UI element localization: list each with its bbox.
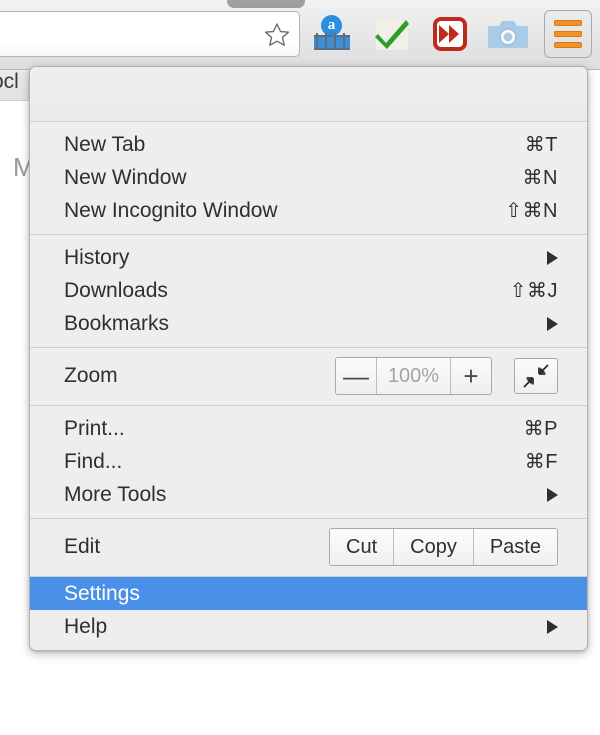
chevron-right-icon bbox=[547, 488, 558, 502]
zoom-label: Zoom bbox=[64, 364, 118, 388]
menu-item-shortcut: ⇧⌘J bbox=[510, 278, 558, 303]
amazon-assistant-icon[interactable]: a bbox=[310, 12, 354, 56]
edit-button-group: Cut Copy Paste bbox=[329, 528, 558, 566]
menu-item-label: More Tools bbox=[64, 478, 166, 511]
menu-item-label: Downloads bbox=[64, 274, 168, 307]
chevron-right-icon bbox=[547, 317, 558, 331]
menu-item-label: Find... bbox=[64, 445, 122, 478]
menu-item-more-tools[interactable]: More Tools bbox=[30, 478, 587, 511]
menu-section-bottom: Settings Help bbox=[30, 577, 587, 650]
menu-section-edit: Edit Cut Copy Paste bbox=[30, 519, 587, 577]
menu-item-label: New Tab bbox=[64, 128, 145, 161]
chevron-right-icon bbox=[547, 251, 558, 265]
hamburger-line bbox=[554, 20, 582, 26]
menu-item-label: Settings bbox=[64, 577, 140, 610]
page-gray-band-text: ocl bbox=[0, 70, 19, 94]
green-check-icon[interactable] bbox=[370, 12, 414, 56]
menu-item-shortcut: ⌘P bbox=[524, 416, 558, 441]
zoom-out-button[interactable]: — bbox=[336, 358, 376, 394]
address-bar[interactable] bbox=[0, 11, 300, 57]
menu-row-edit: Edit Cut Copy Paste bbox=[30, 525, 587, 569]
menu-section-tools: Print... ⌘P Find... ⌘F More Tools bbox=[30, 406, 587, 519]
menu-item-new-incognito-window[interactable]: New Incognito Window ⇧⌘N bbox=[30, 194, 587, 227]
menu-item-label: History bbox=[64, 241, 129, 274]
zoom-level-value: 100% bbox=[376, 358, 451, 394]
zoom-stepper: — 100% + bbox=[335, 357, 492, 395]
camera-icon[interactable] bbox=[486, 12, 530, 56]
menu-item-print[interactable]: Print... ⌘P bbox=[30, 412, 587, 445]
menu-item-label: Print... bbox=[64, 412, 125, 445]
edit-label: Edit bbox=[64, 535, 100, 559]
hamburger-menu-button[interactable] bbox=[544, 10, 592, 58]
browser-main-menu: New Tab ⌘T New Window ⌘N New Incognito W… bbox=[29, 66, 588, 651]
menu-item-label: New Window bbox=[64, 161, 187, 194]
fast-forward-icon[interactable] bbox=[428, 12, 472, 56]
menu-row-zoom: Zoom — 100% + bbox=[30, 354, 587, 398]
ruler-tick bbox=[343, 33, 345, 48]
exit-fullscreen-button[interactable] bbox=[514, 358, 558, 394]
contract-arrows-icon bbox=[520, 362, 552, 390]
menu-header-strip bbox=[30, 67, 587, 122]
menu-item-shortcut: ⇧⌘N bbox=[505, 198, 558, 223]
menu-item-label: Bookmarks bbox=[64, 307, 169, 340]
hamburger-line bbox=[554, 42, 582, 48]
hamburger-line bbox=[554, 31, 582, 37]
menu-item-downloads[interactable]: Downloads ⇧⌘J bbox=[30, 274, 587, 307]
menu-section-zoom: Zoom — 100% + bbox=[30, 348, 587, 406]
ruler-tick bbox=[334, 33, 336, 48]
menu-item-label: New Incognito Window bbox=[64, 194, 278, 227]
menu-item-shortcut: ⌘T bbox=[525, 132, 558, 157]
fast-forward-glyph bbox=[439, 24, 461, 44]
menu-item-history[interactable]: History bbox=[30, 241, 587, 274]
menu-item-help[interactable]: Help bbox=[30, 610, 587, 643]
menu-item-shortcut: ⌘N bbox=[523, 165, 558, 190]
menu-item-bookmarks[interactable]: Bookmarks bbox=[30, 307, 587, 340]
cut-button[interactable]: Cut bbox=[330, 529, 393, 565]
menu-item-new-window[interactable]: New Window ⌘N bbox=[30, 161, 587, 194]
menu-item-settings[interactable]: Settings bbox=[30, 577, 587, 610]
ruler-tick bbox=[316, 33, 318, 48]
camera-glyph bbox=[486, 12, 530, 56]
browser-toolbar: a bbox=[0, 0, 600, 70]
menu-item-shortcut: ⌘F bbox=[525, 449, 558, 474]
browser-tab-stub[interactable] bbox=[227, 0, 305, 8]
menu-section-new: New Tab ⌘T New Window ⌘N New Incognito W… bbox=[30, 122, 587, 235]
menu-item-label: Help bbox=[64, 610, 107, 643]
ruler-tick bbox=[325, 33, 327, 48]
menu-item-new-tab[interactable]: New Tab ⌘T bbox=[30, 128, 587, 161]
zoom-in-button[interactable]: + bbox=[451, 358, 491, 394]
menu-item-find[interactable]: Find... ⌘F bbox=[30, 445, 587, 478]
copy-button[interactable]: Copy bbox=[393, 529, 473, 565]
check-glyph bbox=[372, 16, 412, 52]
menu-section-browse: History Downloads ⇧⌘J Bookmarks bbox=[30, 235, 587, 348]
chevron-right-icon bbox=[547, 620, 558, 634]
bookmark-star-icon[interactable] bbox=[263, 21, 291, 49]
paste-button[interactable]: Paste bbox=[473, 529, 557, 565]
